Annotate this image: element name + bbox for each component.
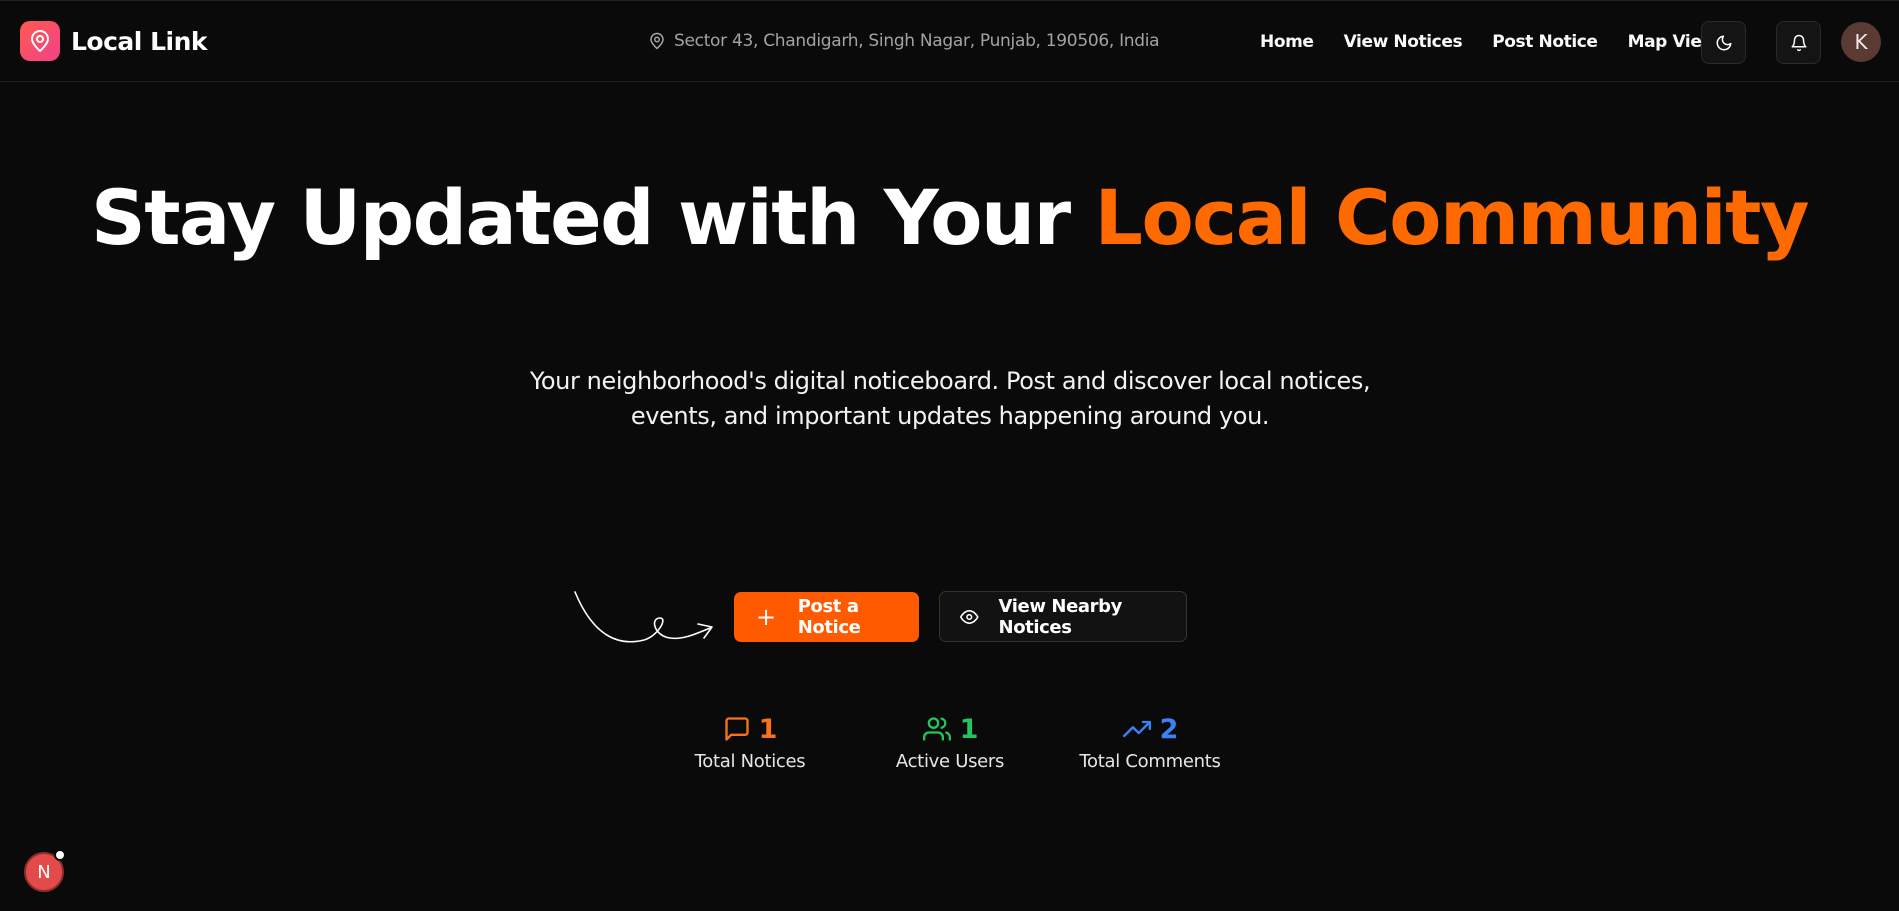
nav-home[interactable]: Home [1260,32,1314,52]
plus-icon: + [756,603,776,631]
map-pin-icon [650,32,664,50]
stat-value: 2 [1159,713,1179,745]
post-notice-label: Post a Notice [797,596,861,638]
nav-post-notice[interactable]: Post Notice [1492,32,1598,52]
trending-up-icon [1122,720,1151,738]
view-nearby-label: View Nearby Notices [998,595,1123,638]
stat-label: Total Notices [694,751,806,772]
hero-subtitle-line1: Your neighborhood's digital noticeboard.… [529,367,1371,395]
eye-icon [960,609,979,624]
view-nearby-button[interactable]: View Nearby Notices [939,591,1187,642]
location-text: Sector 43, Chandigarh, Singh Nagar, Punj… [674,31,1160,51]
stat-value: 1 [758,713,778,745]
hero-title: Stay Updated with Your Local Community [0,180,1899,256]
users-icon [922,717,951,741]
map-pin-logo-icon [20,21,60,61]
hero-subtitle-line2: events, and important updates happening … [630,402,1270,430]
nav-view-notices[interactable]: View Notices [1344,32,1463,52]
moon-icon [1716,35,1731,50]
stat-value: 1 [959,713,979,745]
current-location: Sector 43, Chandigarh, Singh Nagar, Punj… [648,31,1160,51]
stat-total-notices: 1 Total Notices [650,711,850,773]
stat-label: Active Users [895,751,1005,772]
status-dot [54,849,66,861]
hero-subtitle: Your neighborhood's digital noticeboard.… [500,364,1400,434]
brand[interactable]: Local Link [20,21,208,61]
bell-icon [1791,34,1806,51]
hero-title-main: Stay Updated with Your [90,173,1095,262]
stat-active-users: 1 Active Users [850,711,1050,773]
user-avatar[interactable]: K [1841,22,1881,62]
top-navbar: Local Link Sector 43, Chandigarh, Singh … [0,0,1899,82]
arrow-doodle-icon [574,591,713,643]
notifications-button[interactable] [1776,21,1821,64]
message-square-icon [724,717,749,741]
brand-name: Local Link [71,26,208,56]
main-nav: Home View Notices Post Notice Map View [1260,32,1717,52]
theme-toggle-button[interactable] [1701,21,1746,64]
hero-title-accent: Local Community [1094,173,1810,262]
stat-total-comments: 2 Total Comments [1050,711,1250,773]
stat-label: Total Comments [1079,751,1221,772]
post-notice-button[interactable]: + Post a Notice [734,592,919,642]
